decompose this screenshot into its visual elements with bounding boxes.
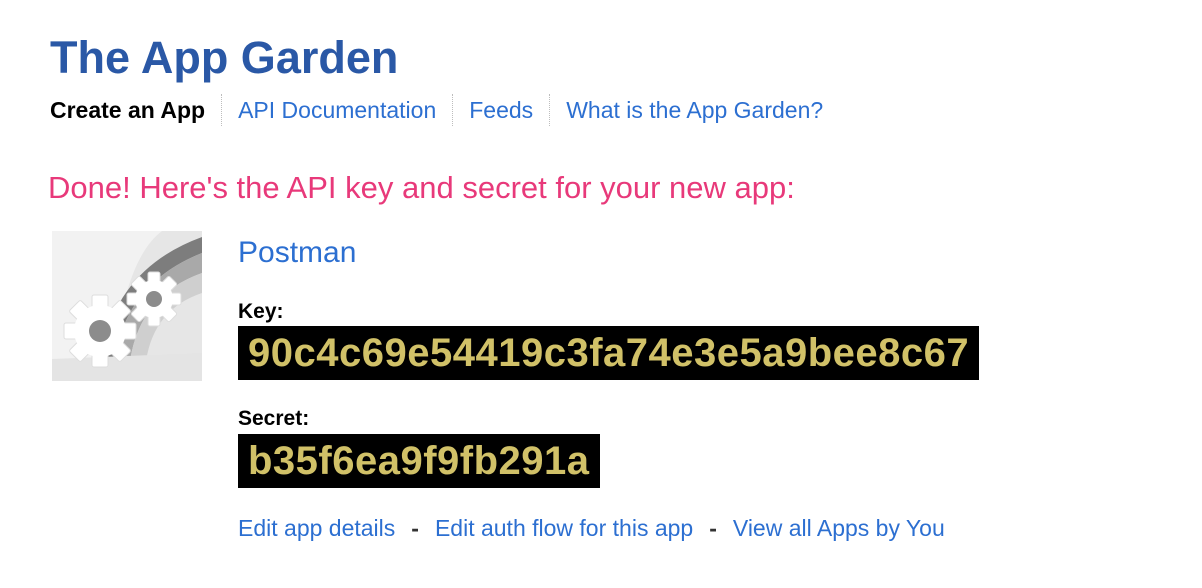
success-heading: Done! Here's the API key and secret for …: [48, 170, 795, 205]
app-actions: Edit app details - Edit auth flow for th…: [238, 512, 945, 544]
edit-app-details-link[interactable]: Edit app details: [238, 512, 395, 544]
action-separator: -: [709, 515, 717, 541]
app-gear-icon: [52, 231, 202, 381]
view-all-apps-link[interactable]: View all Apps by You: [733, 512, 945, 544]
nav-item-what-is-app-garden[interactable]: What is the App Garden?: [549, 94, 839, 126]
nav-item-create-app[interactable]: Create an App: [50, 94, 221, 126]
app-garden-nav: Create an App API Documentation Feeds Wh…: [50, 94, 839, 126]
nav-item-feeds[interactable]: Feeds: [452, 94, 549, 126]
app-name-link[interactable]: Postman: [238, 234, 356, 272]
api-key-value[interactable]: 90c4c69e54419c3fa74e3e5a9bee8c67: [238, 326, 980, 380]
nav-item-api-documentation[interactable]: API Documentation: [221, 94, 452, 126]
edit-auth-flow-link[interactable]: Edit auth flow for this app: [435, 512, 693, 544]
site-title: The App Garden: [50, 32, 399, 83]
api-secret-value[interactable]: b35f6ea9f9fb291a: [238, 434, 600, 488]
api-secret-label: Secret:: [238, 407, 310, 430]
app-gear-icon-graphic: [52, 231, 202, 381]
action-separator: -: [411, 515, 419, 541]
api-key-label: Key:: [238, 300, 284, 323]
